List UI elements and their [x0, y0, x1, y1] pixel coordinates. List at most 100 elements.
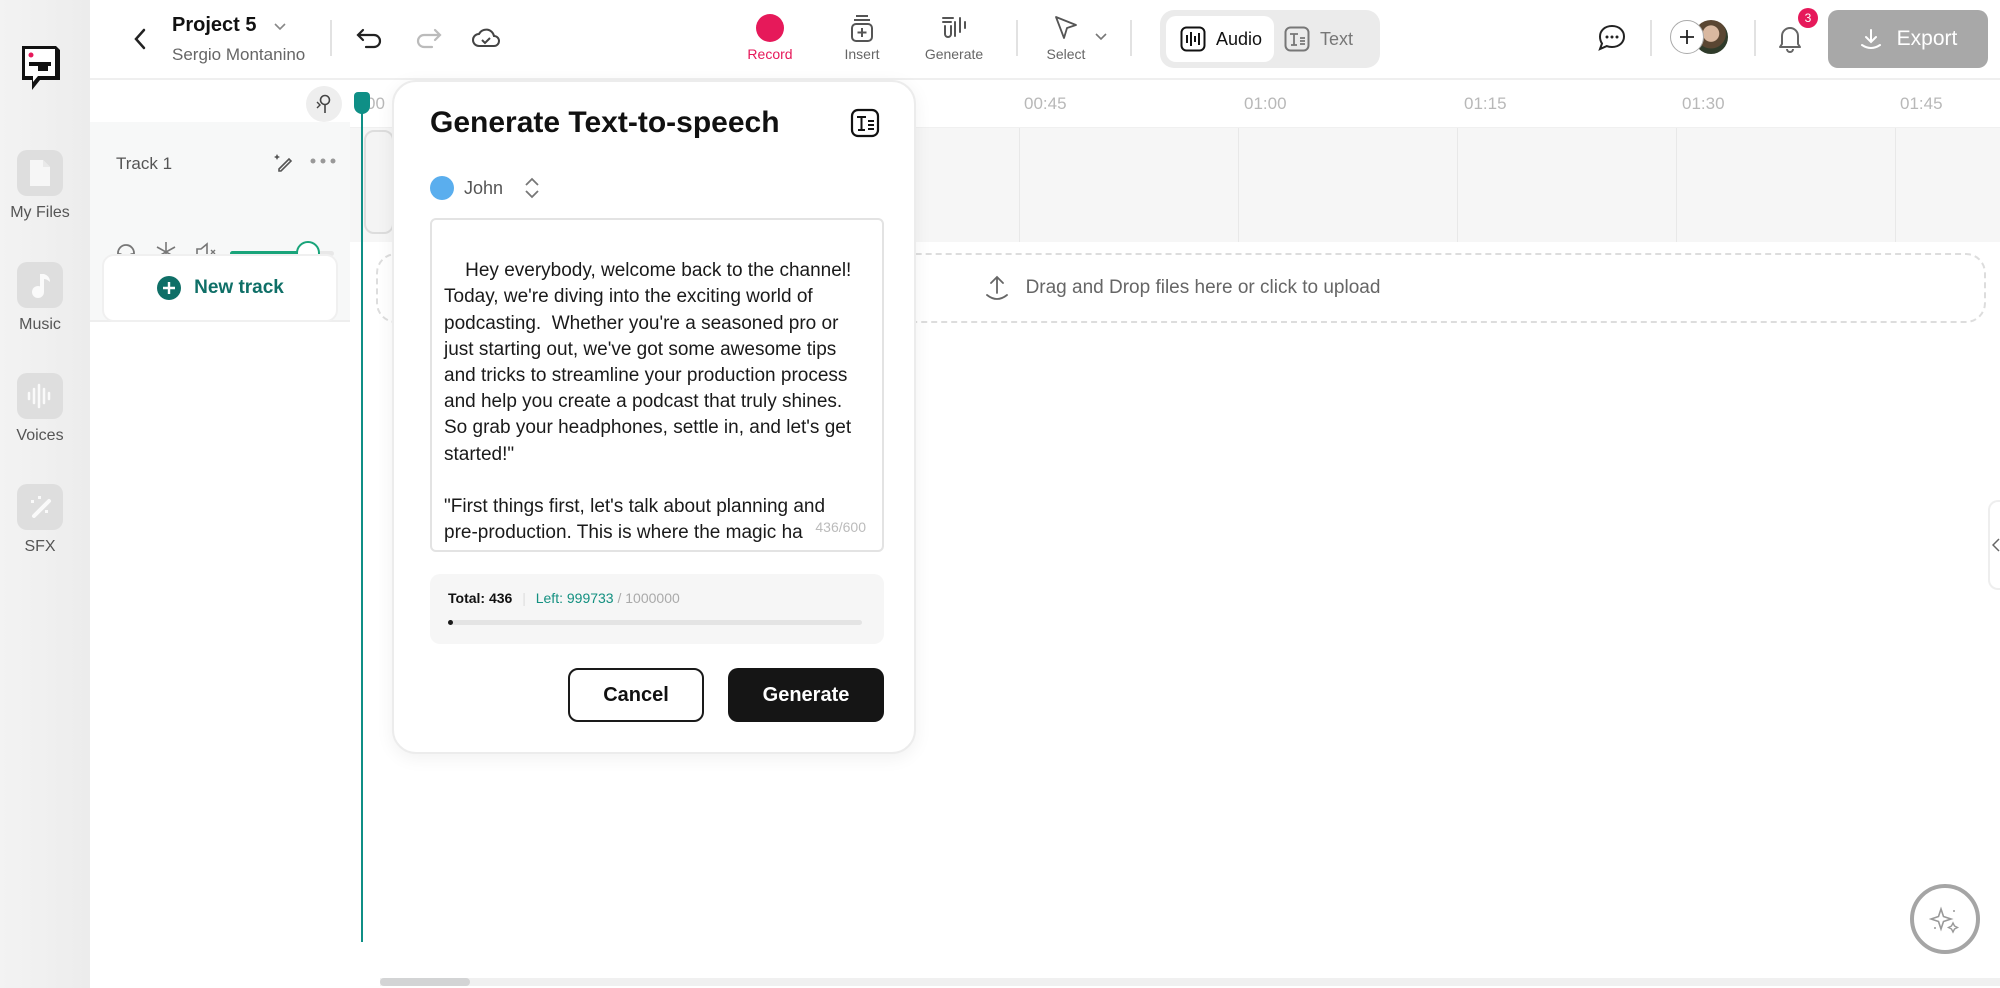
text-icon [1284, 26, 1310, 52]
add-collaborator-button[interactable] [1670, 20, 1704, 54]
marker-pin-icon [316, 94, 331, 113]
divider [1130, 20, 1132, 56]
notification-badge: 3 [1798, 8, 1818, 28]
usage-summary: Total: 436 | Left: 999733 / 1000000 [448, 590, 680, 606]
voice-color-dot [430, 176, 454, 200]
divider [1650, 20, 1652, 56]
upload-icon [985, 275, 1008, 300]
tab-text-label: Text [1320, 28, 1354, 49]
generate-button[interactable]: Generate [728, 668, 884, 722]
chevron-left-icon [1992, 538, 2000, 552]
ai-edit-pencil-icon[interactable] [272, 150, 296, 174]
comments-icon[interactable] [1596, 22, 1628, 54]
export-button[interactable]: Export [1828, 10, 1988, 68]
grid-line [1457, 128, 1458, 242]
voice-name: John [464, 177, 504, 198]
insert-label: Insert [844, 46, 880, 62]
usage-progress-bar [448, 620, 862, 625]
voice-waveform-icon [17, 373, 63, 419]
usage-limit: / 1000000 [617, 590, 680, 606]
right-panel-toggle[interactable] [1988, 500, 2000, 590]
cancel-button[interactable]: Cancel [568, 668, 704, 722]
project-owner: Sergio Montanino [172, 45, 306, 64]
rail-item-label: Voices [16, 427, 64, 444]
generate-wave-icon [942, 17, 966, 38]
rail-item-label: SFX [24, 538, 56, 555]
rail-item-sfx[interactable]: SFX [0, 484, 80, 556]
voice-selector[interactable]: John [430, 174, 543, 202]
character-counter: 436/600 [815, 518, 866, 535]
record-button[interactable]: Record [730, 10, 810, 62]
insert-button[interactable]: Insert [822, 10, 902, 62]
project-title[interactable]: Project 5 [172, 14, 256, 37]
divider [1016, 20, 1018, 56]
export-label: Export [1896, 27, 1958, 50]
more-options-icon[interactable] [308, 156, 338, 166]
record-dot-icon [756, 14, 784, 42]
grid-line [1895, 128, 1896, 242]
playhead-handle[interactable] [354, 92, 370, 114]
horizontal-scrollbar[interactable] [380, 978, 2000, 986]
tracks-panel: Track 1 New track [90, 82, 350, 988]
rail-item-voices[interactable]: Voices [0, 373, 80, 445]
tts-text-content: Hey everybody, welcome back to the chann… [444, 260, 852, 544]
ruler-tick-label: 01:45 [1900, 94, 1943, 113]
usage-panel: Total: 436 | Left: 999733 / 1000000 [430, 574, 884, 644]
new-track-button[interactable]: New track [102, 254, 338, 322]
rail-item-label: My Files [10, 204, 70, 221]
mode-switch: Audio Text [1160, 10, 1380, 68]
usage-total: Total: 436 [448, 590, 513, 606]
new-track-label: New track [194, 277, 284, 298]
tts-dialog: Generate Text-to-speech John Hey everybo… [392, 80, 916, 754]
usage-progress-fill [448, 620, 453, 625]
generate-tool-button[interactable]: Generate [914, 10, 994, 62]
grid-line [1238, 128, 1239, 242]
usage-divider: | [522, 590, 526, 606]
track-name[interactable]: Track 1 [116, 154, 172, 174]
select-chevron-down-icon[interactable] [1094, 32, 1108, 42]
divider [330, 20, 332, 56]
cloud-saved-icon[interactable] [470, 22, 502, 54]
rail-item-label: Music [19, 316, 61, 333]
rail-item-my-files[interactable]: My Files [0, 150, 80, 222]
tab-audio-label: Audio [1216, 28, 1263, 49]
undo-icon[interactable] [354, 22, 386, 54]
record-label: Record [747, 46, 793, 62]
back-chevron-icon[interactable] [130, 24, 150, 54]
top-bar: Project 5 Sergio Montanino Record Insert… [90, 0, 2000, 80]
usage-left: Left: 999733 [535, 590, 614, 606]
notifications-bell-icon[interactable] [1774, 22, 1806, 54]
redo-icon[interactable] [412, 22, 444, 54]
rail-item-music[interactable]: Music [0, 262, 80, 334]
audio-wave-icon [1180, 26, 1206, 52]
divider [1754, 20, 1756, 56]
project-menu-chevron-icon[interactable] [272, 20, 288, 32]
ruler-tick-label: 01:15 [1464, 94, 1507, 113]
grid-line [1019, 128, 1020, 242]
tts-text-input[interactable]: Hey everybody, welcome back to the chann… [430, 218, 884, 552]
download-icon [1860, 29, 1881, 49]
magic-wand-icon [17, 484, 63, 530]
insert-icon [851, 15, 873, 42]
cursor-arrow-icon [1055, 16, 1077, 39]
app-logo-icon[interactable] [18, 44, 62, 96]
sparkles-icon [1929, 906, 1960, 934]
left-rail: My Files Music Voices SFX [0, 0, 90, 988]
ruler-tick-label: 01:00 [1244, 94, 1287, 113]
dialog-title: Generate Text-to-speech [430, 106, 780, 139]
dropzone-text: Drag and Drop files here or click to upl… [1025, 277, 1381, 298]
music-note-icon [17, 262, 63, 308]
scrollbar-thumb[interactable] [380, 978, 470, 986]
add-marker-button[interactable] [306, 86, 342, 122]
tab-text[interactable]: Text [1284, 16, 1353, 62]
file-icon [17, 150, 63, 196]
ruler-tick-label: 00:45 [1024, 94, 1067, 113]
grid-line [1676, 128, 1677, 242]
audio-clip[interactable] [364, 130, 394, 234]
ai-assistant-button[interactable] [1910, 884, 1980, 954]
tab-audio[interactable]: Audio [1166, 16, 1274, 62]
plus-circle-icon [157, 276, 182, 300]
plus-icon [1680, 30, 1694, 44]
chevron-up-down-icon [525, 177, 539, 199]
text-mode-icon[interactable] [850, 108, 880, 138]
